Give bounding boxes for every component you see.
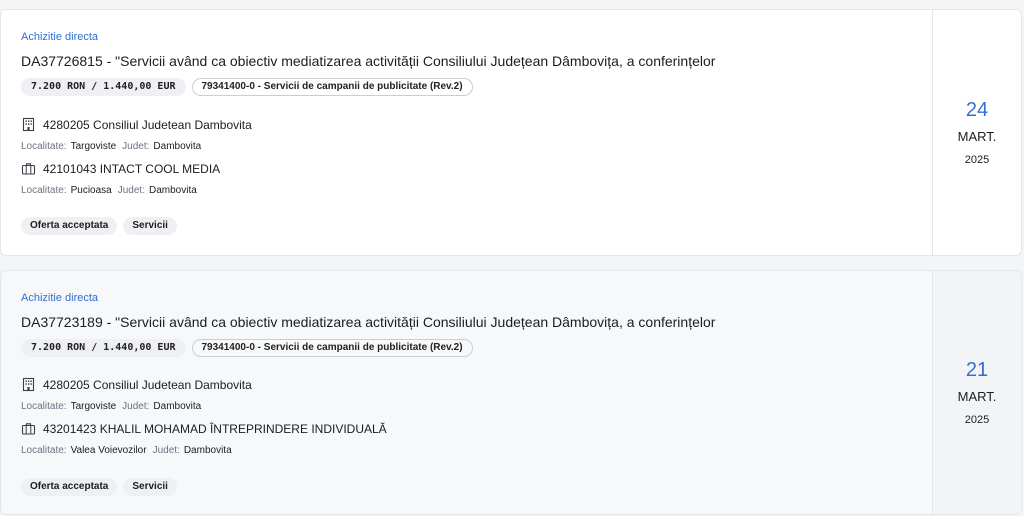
notice-card-body: Achizitie directa DA37726815 - "Servicii…	[1, 10, 932, 255]
supplier-row: 42101043 INTACT COOL MEDIA	[21, 161, 220, 176]
publish-date: 21 MART. 2025	[932, 271, 1021, 514]
supplier-location: Localitate: Pucioasa Judet: Dambovita	[21, 185, 203, 196]
notice-list: Achizitie directa DA37726815 - "Servicii…	[0, 0, 1024, 516]
date-year: 2025	[964, 414, 990, 426]
category-badge: Servicii	[123, 478, 177, 496]
status-tags: Oferta acceptata Servicii	[21, 478, 177, 496]
supplier-name[interactable]: 43201423 KHALIL MOHAMAD ÎNTREPRINDERE IN…	[43, 422, 387, 436]
notice-title[interactable]: DA37726815 - "Servicii având ca obiectiv…	[21, 53, 715, 69]
date-day: 21	[965, 359, 989, 381]
supplier-location: Localitate: Valea Voievozilor Judet: Dambov…	[21, 445, 238, 456]
locality-label: Localitate:	[21, 185, 67, 196]
county-label: Judet:	[117, 185, 145, 196]
authority-name[interactable]: 4280205 Consiliul Judetean Dambovita	[43, 378, 252, 392]
value-chip: 7.200 RON / 1.440,00 EUR	[21, 339, 186, 357]
notice-card[interactable]: Achizitie directa DA37723189 - "Servicii…	[0, 270, 1022, 515]
value-chip: 7.200 RON / 1.440,00 EUR	[21, 78, 186, 96]
locality-value: Pucioasa	[70, 185, 112, 196]
locality-label: Localitate:	[21, 141, 67, 152]
notice-card-body: Achizitie directa DA37723189 - "Servicii…	[1, 271, 932, 514]
county-value: Dambovita	[183, 445, 232, 456]
building-icon	[21, 377, 36, 392]
locality-value: Valea Voievozilor	[70, 445, 147, 456]
supplier-name[interactable]: 42101043 INTACT COOL MEDIA	[43, 162, 220, 176]
county-label: Judet:	[152, 445, 180, 456]
status-badge: Oferta acceptata	[21, 217, 118, 235]
date-month: MART.	[957, 389, 997, 404]
date-month: MART.	[957, 129, 997, 144]
procedure-type: Achizitie directa	[21, 31, 99, 43]
building-icon	[21, 117, 36, 132]
county-value: Dambovita	[153, 141, 202, 152]
cpv-chip: 79341400-0 - Servicii de campanii de pub…	[191, 339, 473, 357]
chips-row: 7.200 RON / 1.440,00 EUR 79341400-0 - Se…	[21, 78, 473, 96]
notice-card[interactable]: Achizitie directa DA37726815 - "Servicii…	[0, 9, 1022, 256]
briefcase-icon	[21, 161, 36, 176]
authority-row: 4280205 Consiliul Judetean Dambovita	[21, 117, 252, 132]
authority-name[interactable]: 4280205 Consiliul Judetean Dambovita	[43, 118, 252, 132]
locality-value: Targoviste	[70, 141, 117, 152]
county-label: Judet:	[122, 401, 150, 412]
chips-row: 7.200 RON / 1.440,00 EUR 79341400-0 - Se…	[21, 339, 473, 357]
locality-label: Localitate:	[21, 445, 67, 456]
locality-value: Targoviste	[70, 401, 117, 412]
county-label: Judet:	[122, 141, 150, 152]
authority-location: Localitate: Targoviste Judet: Dambovita	[21, 401, 207, 412]
county-value: Dambovita	[153, 401, 202, 412]
status-badge: Oferta acceptata	[21, 478, 118, 496]
authority-location: Localitate: Targoviste Judet: Dambovita	[21, 141, 207, 152]
date-year: 2025	[964, 154, 990, 166]
notice-title[interactable]: DA37723189 - "Servicii având ca obiectiv…	[21, 314, 715, 330]
supplier-row: 43201423 KHALIL MOHAMAD ÎNTREPRINDERE IN…	[21, 421, 387, 436]
authority-row: 4280205 Consiliul Judetean Dambovita	[21, 377, 252, 392]
category-badge: Servicii	[123, 217, 177, 235]
cpv-chip: 79341400-0 - Servicii de campanii de pub…	[191, 78, 473, 96]
publish-date: 24 MART. 2025	[932, 10, 1021, 255]
procedure-type: Achizitie directa	[21, 292, 99, 304]
briefcase-icon	[21, 421, 36, 436]
county-value: Dambovita	[148, 185, 197, 196]
date-day: 24	[965, 99, 989, 121]
status-tags: Oferta acceptata Servicii	[21, 217, 177, 235]
locality-label: Localitate:	[21, 401, 67, 412]
